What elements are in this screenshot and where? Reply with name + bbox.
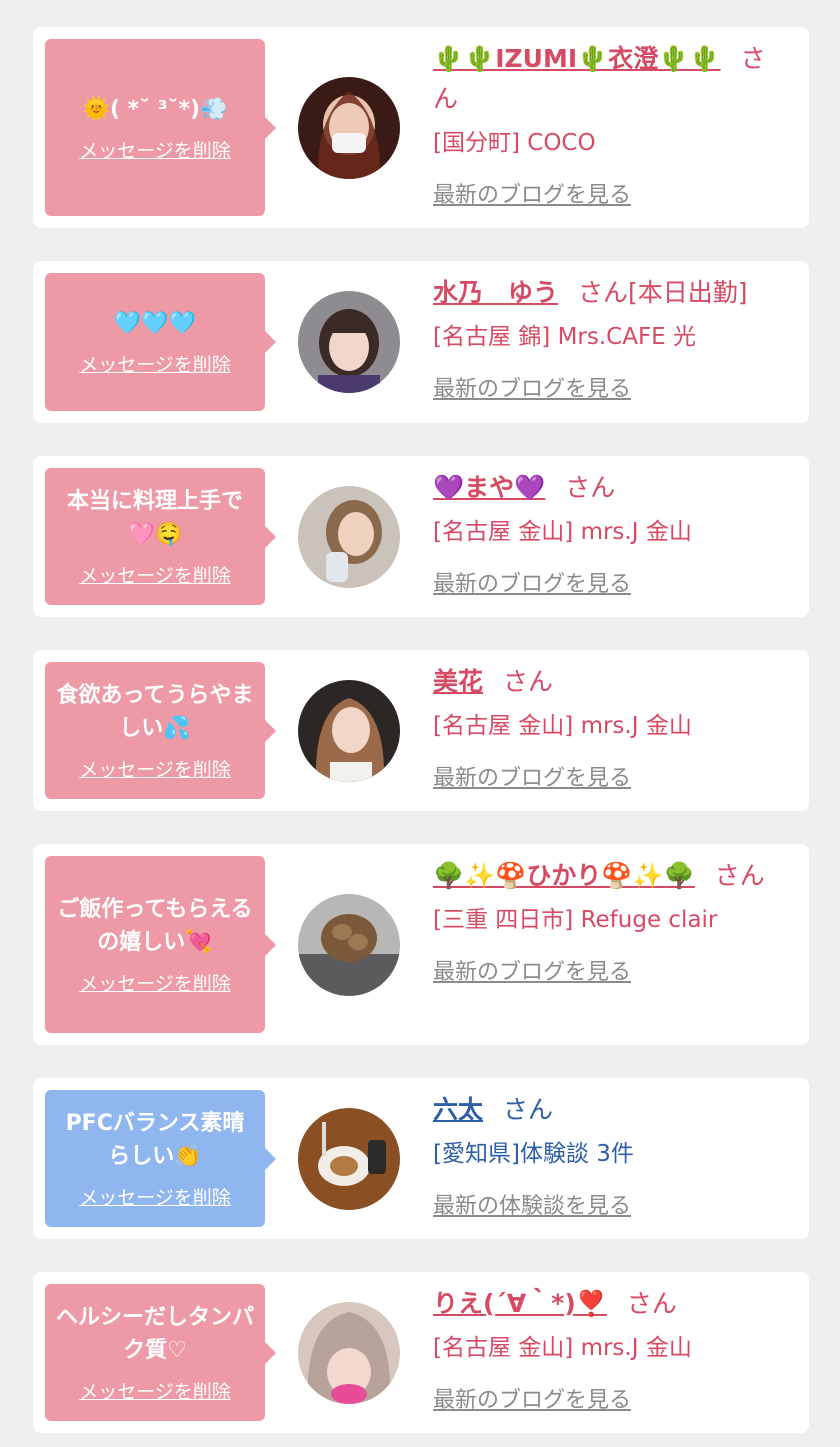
name-line: 六太 さん	[433, 1090, 785, 1130]
name-line: 💜まや💜 さん	[433, 468, 785, 508]
message-text: ヘルシーだしタンパク質♡	[55, 1305, 254, 1363]
message-card: 食欲あってうらやましい💦 メッセージを削除 美花 さん [名古屋 金山] mrs.…	[33, 650, 809, 811]
sender-info: 美花 さん [名古屋 金山] mrs.J 金山 最新のブログを見る	[433, 662, 785, 792]
honorific: さん	[503, 1095, 554, 1124]
delete-message-link[interactable]: メッセージを削除	[79, 136, 231, 163]
message-text: PFCバランス素晴らしい👏	[65, 1111, 245, 1169]
sender-info: 水乃 ゆう さん[本日出勤] [名古屋 錦] Mrs.CAFE 光 最新のブログを…	[433, 273, 785, 403]
sender-name-link[interactable]: 🌵🌵IZUMI🌵衣澄🌵🌵	[433, 44, 721, 73]
message-card: PFCバランス素晴らしい👏 メッセージを削除 六太 さん [愛知県]体験談 3件 …	[33, 1078, 809, 1239]
honorific: さん	[503, 667, 554, 696]
shop-label: [名古屋 金山] mrs.J 金山	[433, 713, 692, 739]
name-line: 🌳✨🍄ひかり🍄✨🌳 さん	[433, 856, 785, 896]
message-bubble: PFCバランス素晴らしい👏 メッセージを削除	[45, 1090, 276, 1227]
shop-label: [名古屋 金山] mrs.J 金山	[433, 1335, 692, 1361]
shop-label: [三重 四日市] Refuge clair	[433, 907, 718, 933]
name-line: 🌵🌵IZUMI🌵衣澄🌵🌵 さん	[433, 39, 785, 119]
shop-label: [愛知県]体験談 3件	[433, 1141, 634, 1167]
honorific: さん	[626, 1289, 677, 1318]
latest-blog-link[interactable]: 最新のブログを見る	[433, 566, 631, 598]
message-card: 本当に料理上手で🩷🤤 メッセージを削除 💜まや💜 さん [名古屋 金山] mrs.…	[33, 456, 809, 617]
message-text: 🌞( *˘ ³˘*)💨	[82, 96, 228, 122]
name-line: 美花 さん	[433, 662, 785, 702]
latest-blog-link[interactable]: 最新のブログを見る	[433, 177, 631, 209]
name-line: 水乃 ゆう さん[本日出勤]	[433, 273, 785, 313]
latest-blog-link[interactable]: 最新のブログを見る	[433, 760, 631, 792]
delete-message-link[interactable]: メッセージを削除	[79, 350, 231, 377]
avatar[interactable]	[298, 291, 400, 393]
message-list: 🌞( *˘ ³˘*)💨 メッセージを削除 🌵🌵IZUMI🌵衣澄🌵🌵 さん [国分町…	[0, 0, 840, 1433]
message-text: 🩵🩵🩵	[113, 311, 197, 336]
sender-name-link[interactable]: 水乃 ゆう	[433, 278, 558, 307]
sender-name-link[interactable]: りえ(´∀｀*)❣️	[433, 1289, 607, 1318]
shop-label: [国分町] COCO	[433, 130, 596, 156]
shop-label: [名古屋 金山] mrs.J 金山	[433, 519, 692, 545]
avatar[interactable]	[298, 1301, 400, 1404]
sender-name-link[interactable]: 🌳✨🍄ひかり🍄✨🌳	[433, 861, 695, 890]
delete-message-link[interactable]: メッセージを削除	[79, 969, 231, 996]
name-line: りえ(´∀｀*)❣️ さん	[433, 1284, 785, 1324]
message-text: ご飯作ってもらえるの嬉しい💘	[57, 897, 253, 955]
sender-name-link[interactable]: 六太	[433, 1095, 483, 1124]
latest-blog-link[interactable]: 最新のブログを見る	[433, 371, 631, 403]
avatar[interactable]	[298, 76, 400, 179]
message-card: ご飯作ってもらえるの嬉しい💘 メッセージを削除 🌳✨🍄ひかり🍄✨🌳 さん [三重 …	[33, 844, 809, 1045]
sender-info: 🌵🌵IZUMI🌵衣澄🌵🌵 さん [国分町] COCO 最新のブログを見る	[433, 39, 785, 209]
honorific: さん	[714, 861, 765, 890]
shop-label: [名古屋 錦] Mrs.CAFE 光	[433, 324, 697, 350]
message-card: ヘルシーだしタンパク質♡ メッセージを削除 りえ(´∀｀*)❣️ さん [名古屋 …	[33, 1272, 809, 1433]
message-bubble: 食欲あってうらやましい💦 メッセージを削除	[45, 662, 276, 799]
message-text: 本当に料理上手で🩷🤤	[66, 489, 243, 547]
delete-message-link[interactable]: メッセージを削除	[79, 755, 231, 782]
delete-message-link[interactable]: メッセージを削除	[79, 1183, 231, 1210]
delete-message-link[interactable]: メッセージを削除	[79, 561, 231, 588]
avatar[interactable]	[298, 485, 400, 588]
message-bubble: 🩵🩵🩵 メッセージを削除	[45, 273, 276, 411]
avatar[interactable]	[298, 679, 400, 782]
message-card: 🌞( *˘ ³˘*)💨 メッセージを削除 🌵🌵IZUMI🌵衣澄🌵🌵 さん [国分町…	[33, 27, 809, 228]
latest-reviews-link[interactable]: 最新の体験談を見る	[433, 1188, 631, 1220]
delete-message-link[interactable]: メッセージを削除	[79, 1377, 231, 1404]
sender-info: りえ(´∀｀*)❣️ さん [名古屋 金山] mrs.J 金山 最新のブログを見る	[433, 1284, 785, 1414]
message-card: 🩵🩵🩵 メッセージを削除 水乃 ゆう さん[本日出勤] [名古屋 錦] Mrs.C…	[33, 261, 809, 423]
message-bubble: 本当に料理上手で🩷🤤 メッセージを削除	[45, 468, 276, 605]
sender-info: 🌳✨🍄ひかり🍄✨🌳 さん [三重 四日市] Refuge clair 最新のブログ…	[433, 856, 785, 986]
latest-blog-link[interactable]: 最新のブログを見る	[433, 1382, 631, 1414]
sender-name-link[interactable]: 美花	[433, 667, 483, 696]
honorific: さん	[565, 473, 616, 502]
message-bubble: ヘルシーだしタンパク質♡ メッセージを削除	[45, 1284, 276, 1421]
message-text: 食欲あってうらやましい💦	[56, 683, 254, 741]
honorific: さん[本日出勤]	[578, 278, 748, 307]
sender-info: 💜まや💜 さん [名古屋 金山] mrs.J 金山 最新のブログを見る	[433, 468, 785, 598]
sender-info: 六太 さん [愛知県]体験談 3件 最新の体験談を見る	[433, 1090, 785, 1220]
avatar[interactable]	[298, 1107, 400, 1210]
avatar[interactable]	[298, 893, 400, 996]
sender-name-link[interactable]: 💜まや💜	[433, 473, 545, 502]
latest-blog-link[interactable]: 最新のブログを見る	[433, 954, 631, 986]
message-bubble: ご飯作ってもらえるの嬉しい💘 メッセージを削除	[45, 856, 276, 1033]
message-bubble: 🌞( *˘ ³˘*)💨 メッセージを削除	[45, 39, 276, 216]
